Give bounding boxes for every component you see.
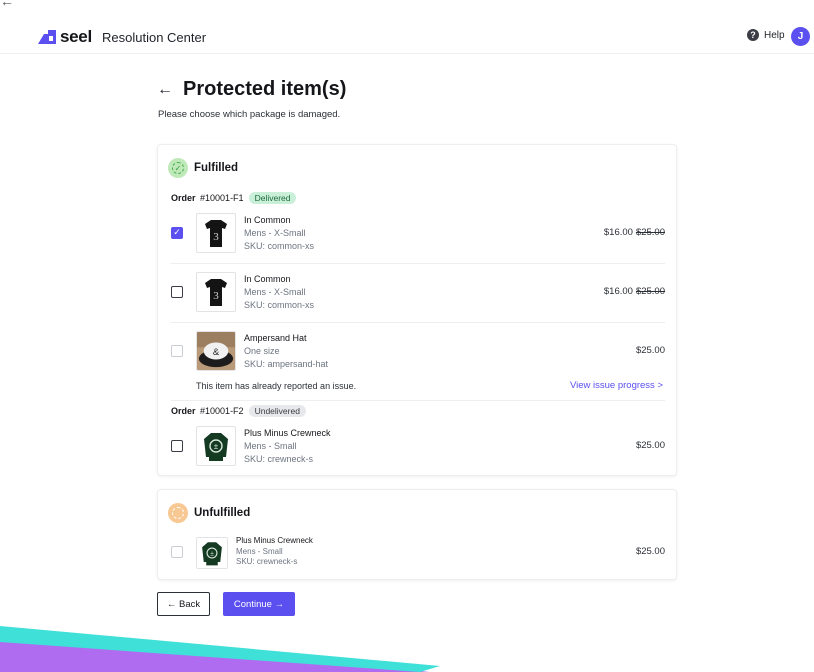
original-price: $25.00 [635, 286, 665, 297]
item-checkbox[interactable]: ✓ [171, 227, 183, 239]
page-subtitle: Please choose which package is damaged. [158, 109, 341, 120]
checkmark-icon: ✓ [173, 227, 181, 237]
list-item: ± Plus Minus Crewneck Mens - Small SKU: … [171, 536, 665, 571]
help-label: Help [764, 29, 785, 41]
svg-text:±: ± [214, 442, 219, 451]
item-sku: SKU: common-xs [244, 241, 315, 251]
item-checkbox[interactable] [171, 286, 183, 298]
app-title: Resolution Center [102, 30, 207, 45]
item-variant: Mens - X-Small [244, 287, 306, 297]
item-name: In Common [244, 274, 291, 284]
item-name: Ampersand Hat [244, 333, 307, 343]
help-icon: ? [747, 29, 759, 41]
list-item[interactable]: ± Plus Minus Crewneck Mens - Small SKU: … [171, 426, 665, 470]
item-price: $25.00 [635, 546, 665, 557]
product-thumbnail: ± [196, 537, 228, 569]
svg-text:&: & [213, 347, 220, 358]
svg-text:3: 3 [213, 231, 219, 243]
divider [171, 263, 665, 264]
item-checkbox[interactable] [171, 440, 183, 452]
status-badge: Undelivered [248, 405, 306, 417]
svg-text:3: 3 [213, 290, 219, 302]
item-name: In Common [244, 215, 291, 225]
unfulfilled-card: Unfulfilled ± Plus Minus Crewneck Mens -… [157, 489, 677, 580]
item-sku: SKU: ampersand-hat [244, 359, 329, 369]
continue-button[interactable]: Continue → [223, 592, 295, 616]
item-variant: Mens - X-Small [244, 228, 306, 238]
list-item: & Ampersand Hat One size SKU: ampersand-… [171, 331, 665, 377]
divider [171, 322, 665, 323]
product-thumbnail: ± [196, 426, 236, 466]
status-badge: Delivered [248, 192, 297, 204]
back-button[interactable]: ← Back [157, 592, 210, 616]
item-checkbox [171, 546, 183, 558]
item-variant: One size [244, 346, 280, 356]
item-checkbox [171, 345, 183, 357]
product-thumbnail: 3 [196, 272, 236, 312]
item-price: $16.00 $25.00 [604, 227, 665, 238]
order-label: Order [171, 406, 196, 416]
item-variant: Mens - Small [236, 546, 283, 556]
help-button[interactable]: ? Help [747, 29, 785, 41]
order-header: Order #10001-F1 Delivered [171, 192, 297, 204]
seel-logo-icon [38, 30, 56, 44]
item-sku: SKU: common-xs [244, 300, 315, 310]
unfulfilled-status-icon [168, 503, 188, 523]
list-item[interactable]: 3 In Common Mens - X-Small SKU: common-x… [171, 272, 665, 322]
decorative-banner [0, 626, 440, 672]
item-name: Plus Minus Crewneck [244, 428, 331, 438]
item-price: $16.00 $25.00 [604, 286, 665, 297]
svg-text:±: ± [210, 550, 214, 557]
order-header: Order #10001-F2 Undelivered [171, 405, 306, 417]
item-name: Plus Minus Crewneck [236, 536, 313, 545]
unfulfilled-header: Unfulfilled [168, 503, 250, 523]
item-price: $25.00 [635, 440, 665, 451]
user-avatar[interactable]: J [791, 27, 810, 46]
app-header: seel Resolution Center ? Help J [0, 0, 814, 54]
page-title: Protected item(s) [183, 78, 347, 100]
order-number: #10001-F1 [200, 193, 244, 203]
unfulfilled-title: Unfulfilled [194, 507, 251, 519]
fulfilled-card: ✓ Fulfilled Order #10001-F1 Delivered ✓ … [157, 144, 677, 476]
product-thumbnail: & [196, 331, 236, 371]
page-title-row: ← Protected item(s) [157, 78, 346, 101]
item-sku: SKU: crewneck-s [244, 454, 314, 464]
list-item[interactable]: ✓ 3 In Common Mens - X-Small SKU: common… [171, 213, 665, 263]
back-arrow-icon[interactable]: ← [157, 81, 173, 99]
fulfilled-status-icon: ✓ [168, 158, 188, 178]
fulfilled-header: ✓ Fulfilled [168, 158, 238, 178]
item-variant: Mens - Small [244, 441, 297, 451]
product-thumbnail: 3 [196, 213, 236, 253]
item-price: $25.00 [635, 345, 665, 356]
divider [171, 400, 665, 401]
sale-price: $16.00 [603, 227, 633, 238]
seel-logo[interactable]: seel [36, 27, 92, 47]
fulfilled-title: Fulfilled [194, 162, 239, 174]
sale-price: $16.00 [603, 286, 633, 297]
logo-text: seel [60, 27, 92, 46]
original-price: $25.00 [635, 227, 665, 238]
order-number: #10001-F2 [200, 406, 244, 416]
issue-notice: This item has already reported an issue. [196, 381, 357, 391]
view-issue-progress-link[interactable]: View issue progress > [570, 380, 663, 391]
order-label: Order [171, 193, 196, 203]
item-sku: SKU: crewneck-s [236, 557, 298, 566]
